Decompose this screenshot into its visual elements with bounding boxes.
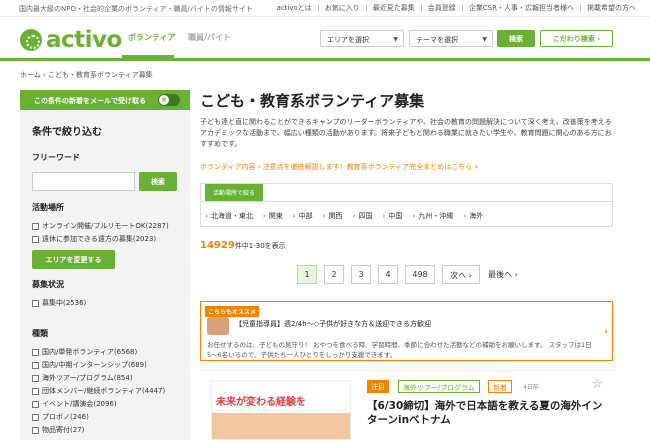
result-count: 14929件中1-30を表示	[200, 240, 286, 251]
checkbox[interactable]	[32, 426, 39, 434]
email-alert-bar[interactable]: この条件の新着をメールで受け取る 保	[20, 90, 190, 110]
location-option-online[interactable]: オンライン開催/フルリモートOK(2287)	[32, 221, 169, 231]
page-2-button[interactable]: 2	[324, 265, 344, 284]
header-search-button[interactable]: 検索	[497, 30, 535, 47]
type-option[interactable]: 海外ツアー/プログラム(854)	[32, 373, 133, 383]
page-3-button[interactable]: 3	[351, 265, 371, 284]
recommended-thumbnail	[207, 317, 229, 335]
listing-image-text: 未来が変わる経験を	[216, 397, 306, 408]
checkbox[interactable]	[32, 299, 39, 307]
result-count-number: 14929	[200, 240, 235, 251]
top-link-recent[interactable]: 最近見た募集	[365, 4, 421, 12]
location-option-remote[interactable]: 遠休に参加できる遠方の募集(2023)	[32, 234, 156, 244]
logo-icon	[20, 29, 42, 51]
type-option[interactable]: 物品寄付(27)	[32, 425, 84, 435]
checkbox[interactable]	[32, 361, 39, 369]
page-description: 子ども達と直に関わることができるキャンプのリーダーボランティアや、社会の教育の問…	[200, 118, 612, 148]
filter-sidebar: この条件の新着をメールで受け取る 保 条件で絞り込む フリーワード 検索 活動場…	[20, 90, 190, 440]
change-area-button[interactable]: エリアを変更する	[32, 250, 115, 269]
email-alert-label: この条件の新着をメールで受け取る	[34, 97, 146, 105]
page-1-button[interactable]: 1	[297, 265, 317, 284]
kodawari-search-button[interactable]: こだわり検索 ›	[540, 30, 613, 47]
top-links: activoとは お気に入り 最近見た募集 会員登録 企業CSR・人事・広報担当…	[271, 4, 642, 12]
recommended-card[interactable]: こちらもオススメ 【児童指導員】週2/4h〜◇子供が好きな方＆送迎できる方歓迎 …	[200, 301, 613, 361]
area-link[interactable]: 海外	[463, 211, 483, 221]
site-tagline: 国内最大級のNPO・社会的企業のボランティア・職員/バイトの情報サイト	[19, 5, 253, 13]
status-heading: 募集状況	[32, 280, 64, 289]
type-option[interactable]: 国内/中期インターンシップ(689)	[32, 360, 147, 370]
checkbox[interactable]	[32, 400, 39, 408]
page-last-number-button[interactable]: 498	[405, 265, 435, 284]
next-page-button[interactable]: 次へ ›	[442, 265, 480, 284]
type-heading: 種類	[32, 329, 48, 338]
freeword-heading: フリーワード	[32, 153, 80, 162]
top-link-favorites[interactable]: お気に入り	[317, 4, 366, 12]
nav-volunteer-tab[interactable]: ボランティア	[128, 32, 176, 43]
last-page-button[interactable]: 最後へ ›	[484, 265, 522, 284]
chevron-down-icon: ▼	[393, 36, 398, 43]
checkbox[interactable]	[32, 374, 39, 382]
recommended-badge: こちらもオススメ	[205, 306, 260, 317]
theme-select[interactable]: テーマを選択 ▼	[409, 30, 493, 47]
featured-badge: 注目	[367, 380, 389, 393]
area-link[interactable]: 四国	[353, 211, 372, 221]
area-link[interactable]: 関西	[323, 211, 343, 221]
nav-job-tab[interactable]: 職員/バイト	[188, 32, 231, 43]
recommended-description: お任せするのは、子どもの見守り！ おやつを食べる時、学習時間、季節に合わせた活動…	[207, 341, 592, 359]
new-badge: 新着	[488, 380, 512, 393]
top-link-listing[interactable]: 掲載希望の方へ	[580, 4, 642, 12]
type-option[interactable]: プロボノ(246)	[32, 412, 89, 422]
result-count-suffix: 件中1-30を表示	[234, 242, 286, 250]
type-option[interactable]: 国内/単発ボランティア(6568)	[32, 347, 137, 357]
area-filter-tab[interactable]: 活動場所で絞る	[205, 184, 264, 201]
breadcrumb[interactable]: ホーム › こども・教育系ボランティア募集	[20, 70, 153, 80]
area-link[interactable]: 北海道・東北	[205, 211, 253, 221]
listing-card[interactable]: 未来が変わる経験を 注目 海外ツアー/プログラム 新着 4日前 ☆ 【6/30締…	[200, 370, 613, 440]
area-select[interactable]: エリアを選択 ▼	[320, 30, 404, 47]
guide-link[interactable]: ボランティア内容・注意点を徹底解説します！教育系ボランティア完全まとめはこちら …	[200, 162, 479, 172]
top-link-about[interactable]: activoとは	[271, 4, 318, 12]
status-option-open[interactable]: 募集中(2536)	[32, 298, 86, 308]
theme-select-value: テーマを選択	[416, 36, 458, 44]
freeword-search-button[interactable]: 検索	[139, 172, 177, 191]
page-title: こども・教育系ボランティア募集	[200, 92, 425, 110]
top-link-register[interactable]: 会員登録	[420, 4, 462, 12]
chevron-right-icon: ›	[604, 327, 608, 337]
checkbox[interactable]	[32, 387, 39, 395]
site-logo[interactable]: activo	[20, 27, 122, 53]
type-option[interactable]: 団体メンバー/継続ボランティア(4447)	[32, 386, 165, 396]
freeword-input[interactable]	[32, 172, 135, 191]
site-header: activo ボランティア 職員/バイト エリアを選択 ▼ テーマを選択 ▼ 検…	[0, 17, 650, 61]
listing-image: 未来が変わる経験を	[211, 380, 351, 440]
page-4-button[interactable]: 4	[378, 265, 398, 284]
favorite-star-icon[interactable]: ☆	[591, 377, 603, 392]
active-tab-indicator	[122, 55, 174, 58]
posted-date: 4日前	[523, 384, 539, 391]
toggle-knob: 保	[159, 95, 169, 105]
recommended-title: 【児童指導員】週2/4h〜◇子供が好きな方＆送迎できる方歓迎	[235, 320, 431, 328]
top-link-csr[interactable]: 企業CSR・人事・広報担当者様へ	[461, 4, 580, 12]
divider	[201, 201, 614, 202]
filter-title: 条件で絞り込む	[32, 127, 102, 138]
area-select-value: エリアを選択	[327, 36, 369, 44]
area-link[interactable]: 中国	[382, 211, 402, 221]
checkbox[interactable]	[32, 222, 39, 230]
checkbox[interactable]	[32, 413, 39, 421]
email-alert-toggle[interactable]: 保	[158, 94, 180, 106]
chevron-down-icon: ▼	[482, 36, 487, 43]
area-list: 北海道・東北 関東 中部 関西 四国 中国 九州・沖縄 海外	[205, 211, 493, 221]
type-option[interactable]: イベント/講演会(2096)	[32, 399, 117, 409]
checkbox[interactable]	[32, 235, 39, 243]
top-bar: 国内最大級のNPO・社会的企業のボランティア・職員/バイトの情報サイト acti…	[0, 0, 650, 17]
area-link[interactable]: 九州・沖縄	[412, 211, 453, 221]
listing-title[interactable]: 【6/30締切】海外で日本語を教える夏の海外インターンinベトナム	[367, 399, 612, 427]
logo-text: activo	[46, 27, 122, 53]
location-heading: 活動場所	[32, 203, 64, 212]
checkbox[interactable]	[32, 348, 39, 356]
category-badge: 海外ツアー/プログラム	[398, 380, 480, 393]
area-link[interactable]: 関東	[263, 211, 283, 221]
area-link[interactable]: 中部	[293, 211, 313, 221]
area-filter-box: 活動場所で絞る 北海道・東北 関東 中部 関西 四国 中国 九州・沖縄 海外	[200, 183, 614, 227]
